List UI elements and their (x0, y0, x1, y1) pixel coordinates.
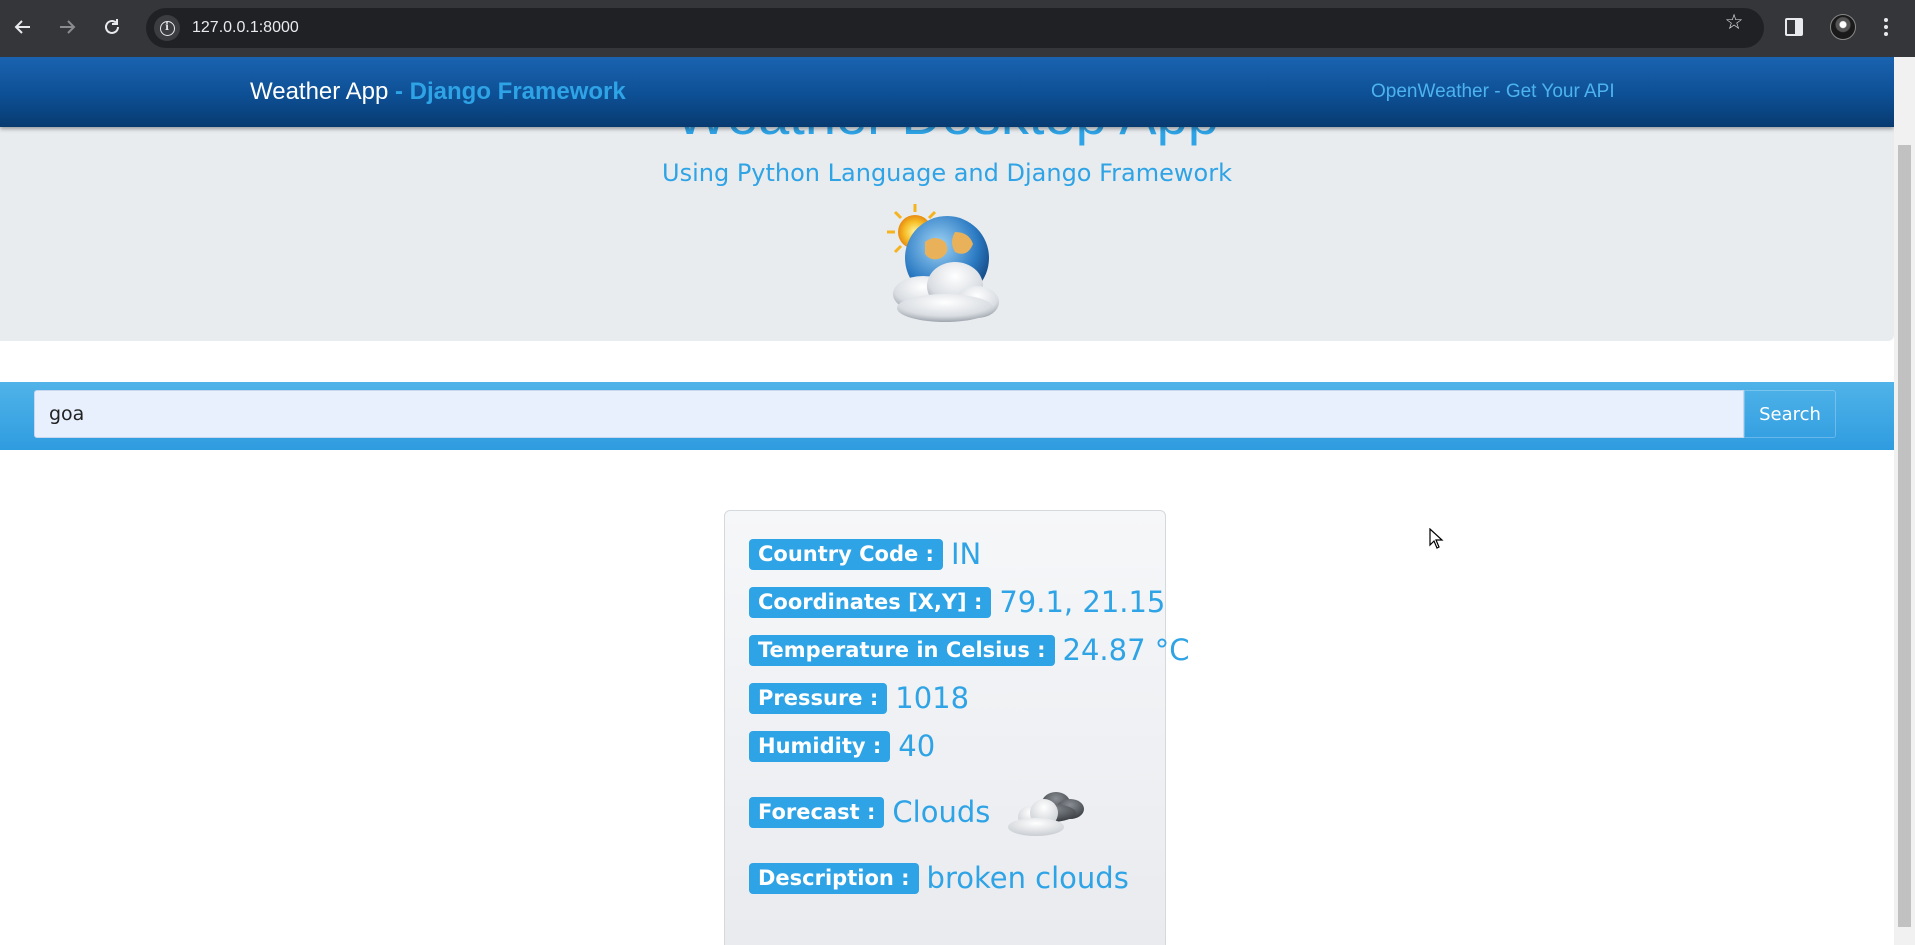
coordinates-label: Coordinates [X,Y] : (749, 586, 992, 618)
pressure-label: Pressure : (749, 682, 888, 714)
description-value: broken clouds (926, 861, 1129, 895)
menu-icon[interactable] (1876, 14, 1896, 40)
side-panel-icon[interactable] (1785, 18, 1803, 36)
url-text[interactable]: 127.0.0.1:8000 (192, 19, 299, 37)
reload-icon[interactable] (97, 12, 127, 42)
temperature-value: 24.87 °C (1062, 633, 1190, 667)
search-button[interactable]: Search (1744, 390, 1836, 438)
browser-toolbar: i 127.0.0.1:8000 ☆ (0, 0, 1915, 57)
city-search-input[interactable] (34, 390, 1744, 438)
temperature-label: Temperature in Celsius : (749, 634, 1055, 666)
scrollbar-thumb[interactable] (1898, 145, 1911, 927)
hero-subtitle: Using Python Language and Django Framewo… (662, 159, 1232, 187)
back-arrow-icon[interactable] (8, 12, 38, 42)
country-code-label: Country Code : (749, 538, 943, 570)
forecast-value: Clouds (892, 795, 991, 829)
weather-result-card: Country Code : IN Coordinates [X,Y] : 79… (724, 510, 1190, 945)
openweather-api-link[interactable]: OpenWeather - Get Your API (1371, 81, 1615, 103)
pressure-row: Pressure : 1018 (749, 681, 969, 715)
bookmark-star-icon[interactable]: ☆ (1720, 10, 1748, 34)
description-row: Description : broken clouds (749, 861, 1129, 895)
humidity-row: Humidity : 40 (749, 729, 935, 763)
humidity-value: 40 (898, 729, 936, 763)
page-scrollbar[interactable] (1894, 57, 1915, 945)
coordinates-value: 79.1, 21.15 (999, 585, 1166, 619)
navbar-brand[interactable]: Weather App - Django Framework (250, 78, 626, 106)
navbar: Weather App - Django Framework OpenWeath… (0, 57, 1894, 127)
site-info-icon[interactable]: i (154, 15, 180, 41)
forward-arrow-icon[interactable] (52, 12, 82, 42)
forecast-row: Forecast : Clouds (749, 785, 1088, 839)
cloud-icon (1008, 792, 1085, 836)
coordinates-row: Coordinates [X,Y] : 79.1, 21.15 (749, 585, 1165, 619)
country-code-value: IN (950, 537, 982, 571)
country-code-row: Country Code : IN (749, 537, 981, 571)
description-label: Description : (749, 862, 919, 894)
sun-globe-clouds-icon (887, 204, 999, 322)
brand-subtitle: - Django Framework (388, 78, 626, 105)
mouse-cursor-icon (1429, 528, 1444, 549)
humidity-label: Humidity : (749, 730, 891, 762)
brand-title: Weather App (250, 78, 389, 105)
pressure-value: 1018 (895, 681, 970, 715)
search-bar: Search (0, 382, 1894, 450)
page-viewport: Weather Desktop App Using Python Languag… (0, 57, 1894, 945)
address-bar[interactable]: i 127.0.0.1:8000 (146, 8, 1764, 48)
forecast-label: Forecast : (749, 796, 885, 828)
temperature-row: Temperature in Celsius : 24.87 °C (749, 633, 1190, 667)
profile-avatar[interactable] (1830, 14, 1856, 40)
